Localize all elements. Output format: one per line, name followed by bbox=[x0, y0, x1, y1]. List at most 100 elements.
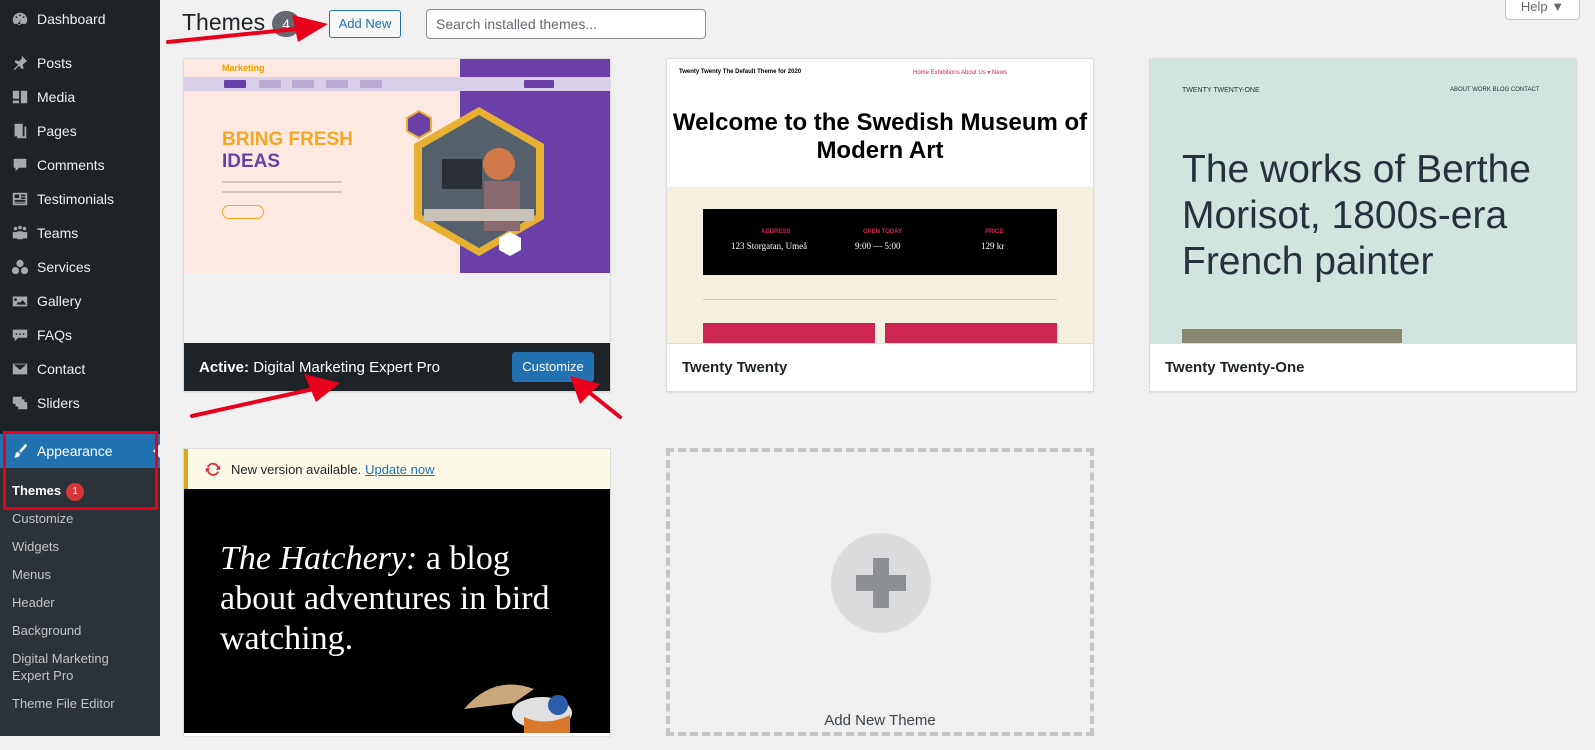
submenu-item-theme-file-editor[interactable]: Theme File Editor bbox=[12, 695, 152, 712]
screenshot-heading: The works of Berthe Morisot, 1800s-era F… bbox=[1182, 148, 1531, 283]
update-notice: New version available. Update now bbox=[184, 449, 610, 489]
sidebar-item-label: Dashboard bbox=[37, 11, 106, 27]
dashboard-icon bbox=[10, 9, 30, 29]
screenshot-price-label: PRICE bbox=[985, 229, 1004, 235]
sidebar-item-media[interactable]: Media bbox=[0, 80, 160, 114]
sidebar-item-label: Media bbox=[37, 89, 76, 105]
screenshot-address: 123 Storgatan, Umeå bbox=[731, 241, 808, 251]
bird-illustration bbox=[464, 684, 572, 733]
screenshot-site-title: TWENTY TWENTY-ONE bbox=[1182, 87, 1260, 94]
services-icon bbox=[10, 257, 30, 277]
search-themes-input[interactable] bbox=[426, 9, 706, 39]
screenshot-hours: 9:00 — 5:00 bbox=[855, 241, 901, 251]
sidebar-item-label: Teams bbox=[37, 225, 79, 241]
mail-icon bbox=[10, 359, 30, 379]
admin-sidebar: Dashboard Posts Media Pages Comments Tes… bbox=[0, 0, 160, 736]
submenu-item-header[interactable]: Header bbox=[12, 594, 152, 611]
screenshot-address-label: ADDRESS bbox=[761, 229, 791, 235]
update-icon bbox=[205, 462, 221, 476]
theme-card-twenty-twenty-one[interactable]: TWENTY TWENTY-ONE ABOUT WORK BLOG CONTAC… bbox=[1149, 58, 1577, 392]
theme-name: Twenty Twenty bbox=[682, 359, 788, 376]
sidebar-item-dashboard[interactable]: Dashboard bbox=[0, 2, 160, 36]
screenshot-nav: Home Exhibitions About Us ▾ News bbox=[913, 70, 1008, 76]
screenshot-site-title: Twenty Twenty The Default Theme for 2020 bbox=[679, 69, 802, 75]
screenshot-button bbox=[222, 205, 264, 219]
sidebar-item-sliders[interactable]: Sliders bbox=[0, 386, 160, 420]
sidebar-item-label: Comments bbox=[37, 157, 105, 173]
sidebar-item-posts[interactable]: Posts bbox=[0, 46, 160, 80]
screenshot-red-block bbox=[703, 323, 875, 343]
update-notice-text: New version available. bbox=[231, 461, 362, 477]
screenshot-white-hexagon bbox=[499, 232, 521, 256]
faqs-icon bbox=[10, 325, 30, 345]
customize-button[interactable]: Customize bbox=[512, 352, 594, 382]
screenshot-red-block bbox=[885, 323, 1057, 343]
sidebar-item-label: Sliders bbox=[37, 395, 80, 411]
screenshot-nav bbox=[184, 77, 610, 91]
sidebar-item-contact[interactable]: Contact bbox=[0, 352, 160, 386]
screenshot-small-hexagon bbox=[406, 109, 432, 139]
screenshot-heading-2: IDEAS bbox=[222, 151, 281, 172]
active-label: Active: bbox=[199, 358, 250, 376]
screenshot-painting bbox=[1182, 329, 1402, 343]
screenshot-divider bbox=[703, 299, 1057, 300]
sidebar-item-label: Posts bbox=[37, 55, 73, 71]
testimonials-icon bbox=[10, 189, 30, 209]
sidebar-item-label: Pages bbox=[37, 123, 77, 139]
screenshot-open-label: OPEN TODAY bbox=[863, 229, 903, 235]
screenshot-heading: The Hatchery: a blog about adventures in… bbox=[220, 539, 580, 659]
sliders-icon bbox=[10, 393, 30, 413]
plus-icon-vertical bbox=[873, 558, 889, 608]
theme-count-badge: 4 bbox=[272, 11, 300, 37]
screenshot-heading-italic: The Hatchery: bbox=[220, 540, 418, 577]
sidebar-item-comments[interactable]: Comments bbox=[0, 148, 160, 182]
theme-screenshot: Twenty Twenty The Default Theme for 2020… bbox=[667, 59, 1093, 343]
submenu-item-widgets[interactable]: Widgets bbox=[12, 538, 152, 555]
add-new-theme-label: Add New Theme bbox=[824, 712, 936, 729]
screenshot-heading: Welcome to the Swedish Museum of Modern … bbox=[672, 109, 1088, 164]
sidebar-item-label: Testimonials bbox=[37, 191, 115, 207]
page-title: Themes bbox=[182, 9, 266, 35]
screenshot-brand: Marketing bbox=[222, 63, 265, 73]
sidebar-item-label: Contact bbox=[37, 361, 86, 377]
sidebar-item-teams[interactable]: Teams bbox=[0, 216, 160, 250]
highlight-box bbox=[3, 431, 158, 510]
submenu-item-menus[interactable]: Menus bbox=[12, 566, 152, 583]
pushpin-icon bbox=[10, 53, 30, 73]
update-now-link[interactable]: Update now bbox=[365, 462, 434, 477]
theme-footer: Active: Digital Marketing Expert Pro Cus… bbox=[184, 343, 610, 391]
sidebar-item-gallery[interactable]: Gallery bbox=[0, 284, 160, 318]
help-button[interactable]: Help ▼ bbox=[1505, 0, 1580, 20]
theme-screenshot: Marketing BRING FRESH IDEAS bbox=[184, 59, 610, 273]
theme-footer: Twenty Twenty-One bbox=[1150, 343, 1576, 391]
teams-icon bbox=[10, 223, 30, 243]
theme-card-twenty-twenty[interactable]: Twenty Twenty The Default Theme for 2020… bbox=[666, 58, 1094, 392]
sidebar-item-label: Services bbox=[37, 259, 91, 275]
screenshot-heading: BRING FRESH bbox=[222, 129, 353, 150]
theme-footer: Twenty Twenty bbox=[667, 343, 1093, 391]
sidebar-item-label: Gallery bbox=[37, 293, 82, 309]
submenu-item-background[interactable]: Background bbox=[12, 622, 152, 639]
sidebar-item-pages[interactable]: Pages bbox=[0, 114, 160, 148]
screenshot-body-text bbox=[222, 181, 342, 193]
submenu-item-customize[interactable]: Customize bbox=[12, 510, 152, 527]
sidebar-item-label: FAQs bbox=[37, 327, 73, 343]
pages-icon bbox=[10, 121, 30, 141]
theme-card-hatchery[interactable]: New version available. Update now The Ha… bbox=[183, 448, 611, 736]
submenu-item-theme-options[interactable]: Digital Marketing Expert Pro bbox=[12, 650, 122, 684]
add-new-theme-card[interactable]: Add New Theme bbox=[666, 448, 1094, 736]
sidebar-item-services[interactable]: Services bbox=[0, 250, 160, 284]
screenshot-info-bar: ADDRESS 123 Storgatan, Umeå OPEN TODAY 9… bbox=[703, 209, 1057, 275]
sidebar-item-faqs[interactable]: FAQs bbox=[0, 318, 160, 352]
media-icon bbox=[10, 87, 30, 107]
comments-icon bbox=[10, 155, 30, 175]
screenshot-price: 129 kr bbox=[981, 241, 1005, 251]
gallery-icon bbox=[10, 291, 30, 311]
theme-name: Twenty Twenty-One bbox=[1165, 359, 1305, 376]
theme-screenshot: TWENTY TWENTY-ONE ABOUT WORK BLOG CONTAC… bbox=[1150, 59, 1576, 343]
theme-card-active[interactable]: Marketing BRING FRESH IDEAS Active: Digi… bbox=[183, 58, 611, 392]
add-new-button[interactable]: Add New bbox=[329, 10, 401, 38]
theme-name: Digital Marketing Expert Pro bbox=[253, 358, 440, 376]
sidebar-item-testimonials[interactable]: Testimonials bbox=[0, 182, 160, 216]
theme-screenshot: The Hatchery: a blog about adventures in… bbox=[184, 489, 610, 733]
